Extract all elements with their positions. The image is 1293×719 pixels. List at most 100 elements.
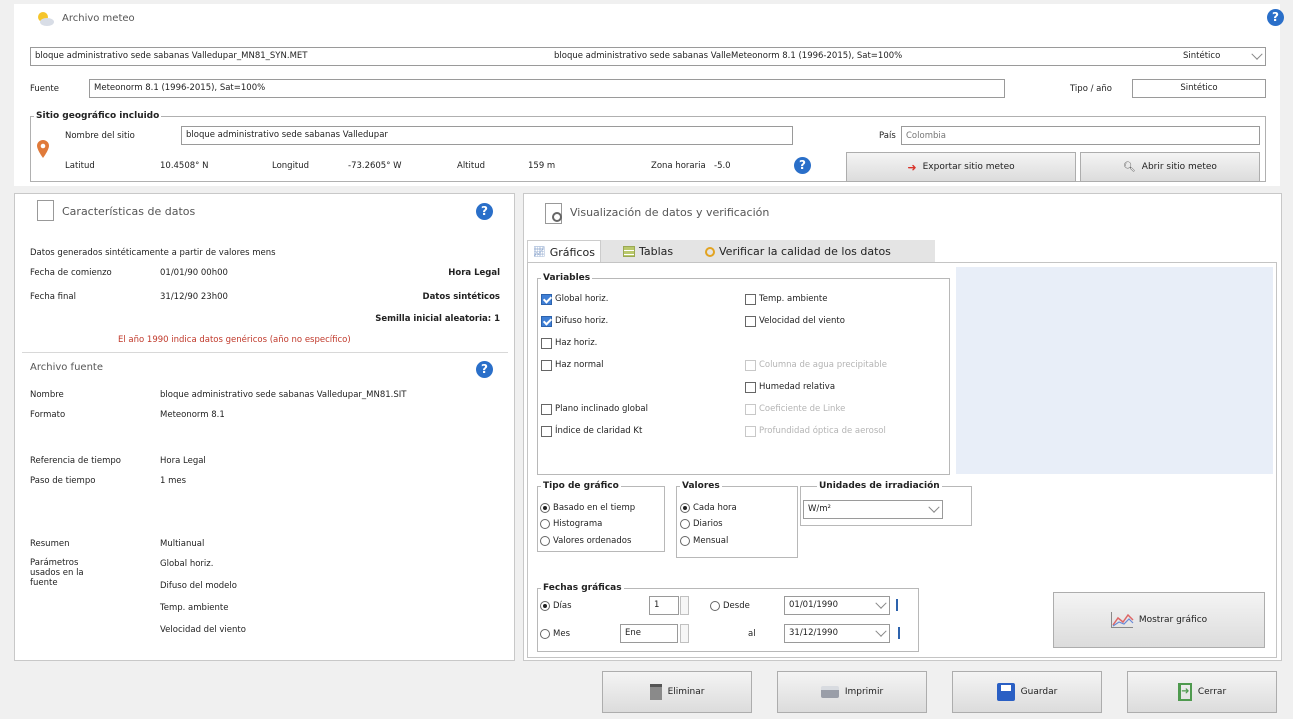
month-input[interactable]: Ene bbox=[620, 624, 678, 643]
chevron-down-icon bbox=[875, 597, 887, 609]
var-global-horiz[interactable]: Global horiz. bbox=[541, 293, 608, 305]
var-humedad-relativa[interactable]: Humedad relativa bbox=[745, 381, 835, 393]
help-icon[interactable]: ? bbox=[1267, 9, 1284, 26]
values-hourly[interactable]: Cada hora bbox=[680, 502, 737, 514]
chevron-down-icon bbox=[875, 625, 887, 637]
save-button[interactable]: Guardar bbox=[952, 671, 1102, 713]
checkbox[interactable] bbox=[541, 359, 552, 371]
tab-verificar-label: Verificar la calidad de los datos bbox=[719, 245, 891, 258]
checkbox[interactable] bbox=[541, 425, 552, 437]
var-haz-horiz[interactable]: Haz horiz. bbox=[541, 337, 597, 349]
var-difuso-horiz[interactable]: Difuso horiz. bbox=[541, 315, 608, 327]
days-spinner[interactable] bbox=[680, 596, 689, 615]
chart-type-sorted[interactable]: Valores ordenados bbox=[540, 535, 631, 547]
chart-preview-area bbox=[956, 267, 1273, 474]
var-agua-precipitable: Columna de agua precipitable bbox=[745, 359, 887, 371]
dates-month-radio[interactable]: Mes bbox=[540, 628, 570, 640]
alt-label: Altitud bbox=[457, 161, 485, 171]
show-chart-button[interactable]: Mostrar gráfico bbox=[1053, 592, 1265, 648]
time-step-value: 1 mes bbox=[160, 476, 187, 486]
checkbox[interactable] bbox=[745, 381, 756, 393]
var-velocidad-viento[interactable]: Velocidad del viento bbox=[745, 315, 845, 327]
radio[interactable] bbox=[540, 536, 550, 546]
checkbox[interactable] bbox=[745, 293, 756, 305]
dates-days-radio[interactable]: Días bbox=[540, 600, 572, 612]
var-indice-claridad[interactable]: Índice de claridad Kt bbox=[541, 425, 642, 437]
days-input[interactable]: 1 bbox=[649, 596, 679, 615]
tab-verificar[interactable]: Verificar la calidad de los datos bbox=[700, 240, 896, 263]
radio[interactable] bbox=[540, 601, 550, 611]
site-group-title: Sitio geográfico incluido bbox=[34, 110, 162, 122]
visualization-title: Visualización de datos y verificación bbox=[570, 206, 770, 219]
values-daily[interactable]: Diarios bbox=[680, 518, 723, 530]
var-temp-ambiente[interactable]: Temp. ambiente bbox=[745, 293, 827, 305]
checkbox[interactable] bbox=[541, 315, 552, 327]
time-ref-label: Referencia de tiempo bbox=[30, 456, 121, 466]
checkbox[interactable] bbox=[541, 337, 552, 349]
tab-tablas[interactable]: Tablas bbox=[618, 240, 678, 263]
file-select-type: Sintético bbox=[1183, 51, 1221, 61]
floppy-shutter bbox=[1000, 685, 1011, 691]
open-site-button[interactable]: 🔍︎ Abrir sitio meteo bbox=[1080, 152, 1260, 182]
tab-graficos-label: Gráficos bbox=[549, 245, 595, 259]
var-plano-inclinado[interactable]: Plano inclinado global bbox=[541, 403, 648, 415]
checkbox[interactable] bbox=[541, 293, 552, 305]
lon-label: Longitud bbox=[272, 161, 310, 171]
delete-button[interactable]: Eliminar bbox=[602, 671, 752, 713]
checkbox[interactable] bbox=[745, 315, 756, 327]
values-monthly[interactable]: Mensual bbox=[680, 535, 728, 547]
tipo-label: Tipo / año bbox=[1070, 84, 1112, 94]
dates-title: Fechas gráficas bbox=[541, 582, 624, 594]
radio[interactable] bbox=[680, 536, 690, 546]
floppy-icon bbox=[996, 683, 1015, 701]
site-name-label: Nombre del sitio bbox=[65, 131, 135, 141]
save-label: Guardar bbox=[1020, 687, 1058, 697]
params-label: Parámetros usados en la fuente bbox=[30, 558, 84, 588]
export-site-button[interactable]: ➜ Exportar sitio meteo bbox=[846, 152, 1076, 182]
tab-graficos[interactable]: 📈︎ Gráficos bbox=[527, 240, 601, 263]
help-icon[interactable]: ? bbox=[476, 203, 493, 220]
site-name-field[interactable]: bloque administrativo sede sabanas Valle… bbox=[181, 126, 793, 145]
help-icon[interactable]: ? bbox=[794, 157, 811, 174]
radio[interactable] bbox=[540, 629, 550, 639]
source-format-value: Meteonorm 8.1 bbox=[160, 410, 225, 420]
meteo-file-select[interactable]: bloque administrativo sede sabanas Valle… bbox=[30, 47, 1266, 66]
var-label: Columna de agua precipitable bbox=[759, 360, 887, 370]
time-ref-value: Hora Legal bbox=[160, 456, 206, 466]
radio[interactable] bbox=[680, 519, 690, 529]
country-field[interactable] bbox=[901, 126, 1260, 145]
start-date-note: Hora Legal bbox=[448, 268, 500, 278]
tz-label: Zona horaria bbox=[651, 161, 706, 171]
source-file-title: Archivo fuente bbox=[30, 362, 103, 373]
checkbox[interactable] bbox=[541, 403, 552, 415]
open-site-label: Abrir sitio meteo bbox=[1141, 162, 1217, 172]
from-date-select[interactable]: 01/01/1990 bbox=[784, 596, 890, 615]
tipo-field[interactable]: Sintético bbox=[1132, 79, 1266, 98]
month-spinner[interactable] bbox=[680, 624, 689, 643]
close-button[interactable]: ➜ Cerrar bbox=[1127, 671, 1277, 713]
chart-type-histogram[interactable]: Histograma bbox=[540, 518, 602, 530]
dates-from-radio[interactable]: Desde bbox=[710, 600, 750, 612]
var-profundidad-aerosol: Profundidad óptica de aerosol bbox=[745, 425, 886, 437]
units-select[interactable]: W/m² bbox=[803, 500, 943, 519]
fuente-field[interactable]: Meteonorm 8.1 (1996-2015), Sat=100% bbox=[89, 79, 1005, 98]
radio[interactable] bbox=[680, 503, 690, 513]
end-date-note: Datos sintéticos bbox=[422, 292, 500, 302]
to-date-checkbox[interactable] bbox=[898, 627, 900, 639]
tab-tablas-label: Tablas bbox=[639, 245, 674, 258]
var-haz-normal[interactable]: Haz normal bbox=[541, 359, 604, 371]
var-label: Difuso horiz. bbox=[555, 316, 609, 326]
radio[interactable] bbox=[540, 519, 550, 529]
exit-icon: ➜ bbox=[1177, 683, 1192, 701]
checkbox bbox=[745, 425, 756, 437]
print-button[interactable]: Imprimir bbox=[777, 671, 927, 713]
help-icon[interactable]: ? bbox=[476, 361, 493, 378]
to-date-select[interactable]: 31/12/1990 bbox=[784, 624, 890, 643]
values-label: Cada hora bbox=[693, 503, 737, 513]
from-date-checkbox[interactable] bbox=[896, 599, 898, 611]
radio[interactable] bbox=[710, 601, 720, 611]
chart-type-time[interactable]: Basado en el tiemp bbox=[540, 502, 635, 514]
chart-type-label: Valores ordenados bbox=[553, 536, 632, 546]
lat-label: Latitud bbox=[65, 161, 95, 171]
radio[interactable] bbox=[540, 503, 550, 513]
